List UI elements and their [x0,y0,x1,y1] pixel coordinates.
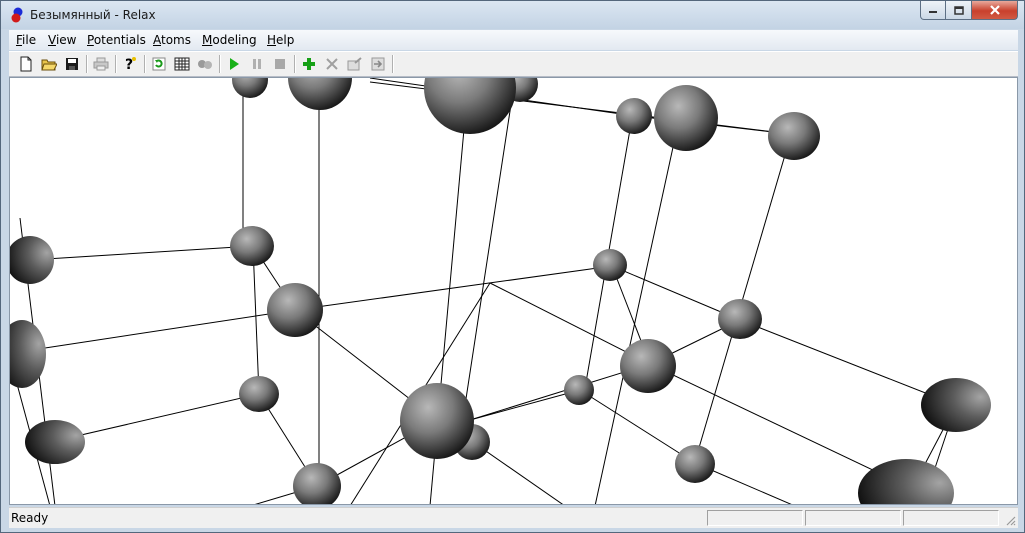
menu-potentials[interactable]: Potentials [87,33,146,47]
atoms [10,78,991,505]
atom[interactable] [288,78,352,110]
svg-text:?: ? [125,57,133,72]
status-bar: Ready [9,507,1018,528]
atom[interactable] [10,320,46,388]
atom[interactable] [424,78,516,134]
pause-button[interactable] [248,55,266,73]
refresh-button[interactable] [150,55,168,73]
export-icon [371,57,385,71]
minimize-icon [929,11,937,13]
delete-button[interactable] [323,55,341,73]
minimize-button[interactable] [920,1,946,20]
print-icon [93,57,109,71]
stop-button[interactable] [271,55,289,73]
menu-file[interactable]: File [16,33,36,47]
atom[interactable] [768,112,820,160]
atoms-icon [198,60,212,69]
add-plus-icon [303,58,315,70]
atom[interactable] [921,378,991,432]
atom[interactable] [620,339,676,393]
atom[interactable] [232,78,268,98]
new-file-button[interactable] [17,55,35,73]
new-file-icon [20,56,32,72]
menu-help[interactable]: Help [267,33,294,47]
status-panel [805,510,901,526]
play-button[interactable] [225,55,243,73]
status-panel [707,510,803,526]
toolbar: ? [9,51,1018,77]
atom[interactable] [718,299,762,339]
molecule-viewport[interactable] [9,77,1018,505]
atom[interactable] [654,85,718,151]
caption-buttons [920,1,1018,21]
delete-x-icon [326,58,338,70]
help-button[interactable]: ? [121,55,139,73]
maximize-button[interactable] [946,1,972,20]
table-icon [174,57,190,71]
save-icon [66,58,78,70]
toolbar-separator [86,55,88,73]
atom[interactable] [230,226,274,266]
app-icon [11,7,23,23]
atom[interactable] [293,463,341,505]
menu-modeling[interactable]: Modeling [202,33,257,47]
title-bar[interactable]: Безымянный - Relax [1,1,1024,29]
toolbar-separator [294,55,296,73]
add-button[interactable] [300,55,318,73]
print-button[interactable] [92,55,110,73]
menu-atoms[interactable]: Atoms [153,33,191,47]
toolbar-separator [219,55,221,73]
open-folder-icon [41,59,57,71]
atom[interactable] [267,283,323,337]
atom[interactable] [564,375,594,405]
atom[interactable] [239,376,279,412]
status-text: Ready [11,511,49,525]
stop-icon [275,59,285,69]
close-button[interactable] [972,1,1018,20]
atom[interactable] [10,236,54,284]
resize-grip-icon[interactable] [1004,514,1016,526]
molecule-3d-view[interactable] [10,78,1018,505]
play-icon [230,58,239,70]
close-icon [989,5,1000,15]
atom[interactable] [858,459,954,505]
menu-view[interactable]: View [48,33,76,47]
atoms-button[interactable] [196,55,214,73]
window-title: Безымянный - Relax [30,8,156,22]
atom[interactable] [25,420,85,464]
properties-icon [347,57,362,71]
menu-bar: File View Potentials Atoms Modeling Help [9,30,1018,50]
table-button[interactable] [173,55,191,73]
export-button[interactable] [369,55,387,73]
atom[interactable] [400,383,474,459]
toolbar-separator [115,55,117,73]
status-panel [903,510,999,526]
refresh-icon [152,57,166,71]
maximize-icon [953,5,964,15]
atom[interactable] [675,445,715,483]
open-button[interactable] [40,55,58,73]
pause-icon [253,59,261,69]
app-window: Безымянный - Relax File View Potentials … [0,0,1025,533]
atom[interactable] [616,98,652,134]
save-button[interactable] [63,55,81,73]
help-question-icon: ? [125,57,136,72]
properties-button[interactable] [346,55,364,73]
toolbar-separator [392,55,394,73]
toolbar-separator [144,55,146,73]
atom[interactable] [593,249,627,281]
